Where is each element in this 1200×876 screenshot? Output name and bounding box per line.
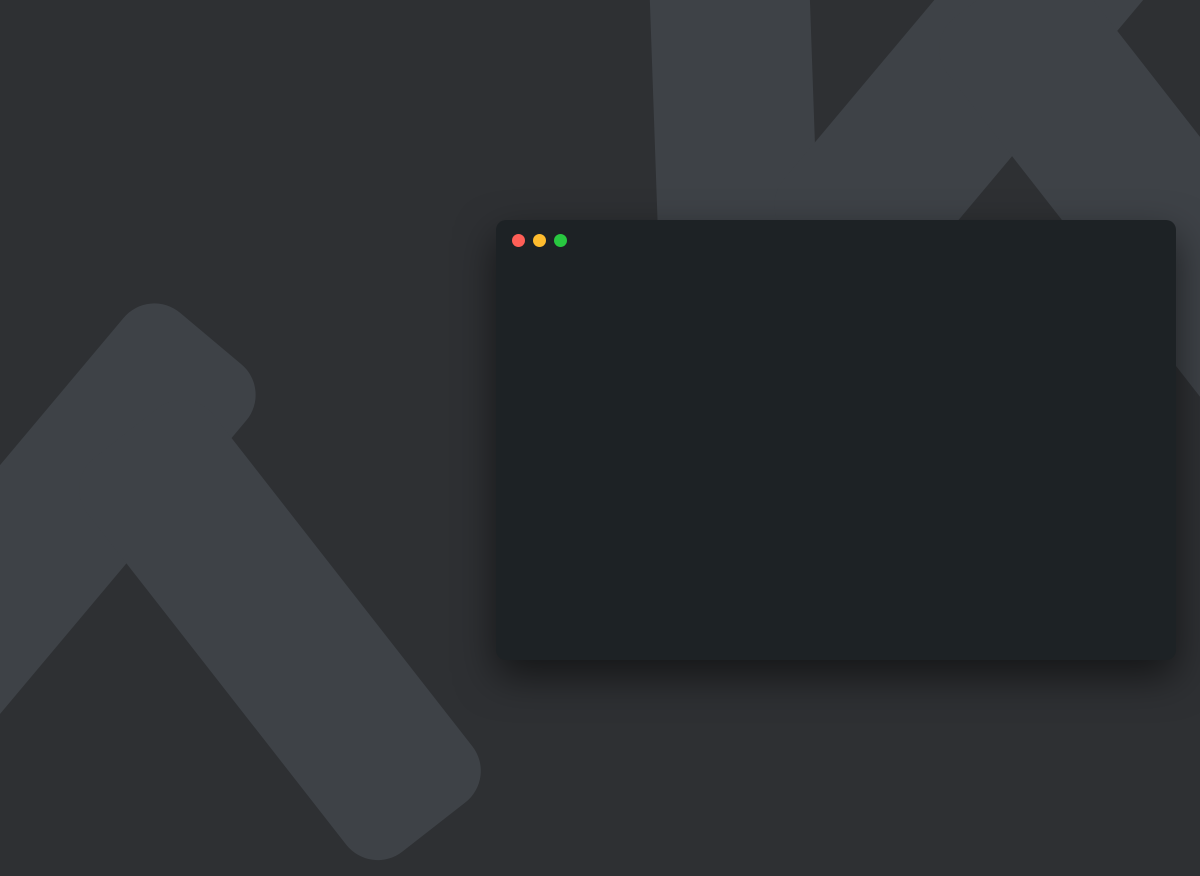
code-window [496, 220, 1176, 660]
minimize-icon [533, 234, 546, 247]
close-icon [512, 234, 525, 247]
code-block [496, 257, 1176, 277]
maximize-icon [554, 234, 567, 247]
window-controls [496, 220, 1176, 257]
